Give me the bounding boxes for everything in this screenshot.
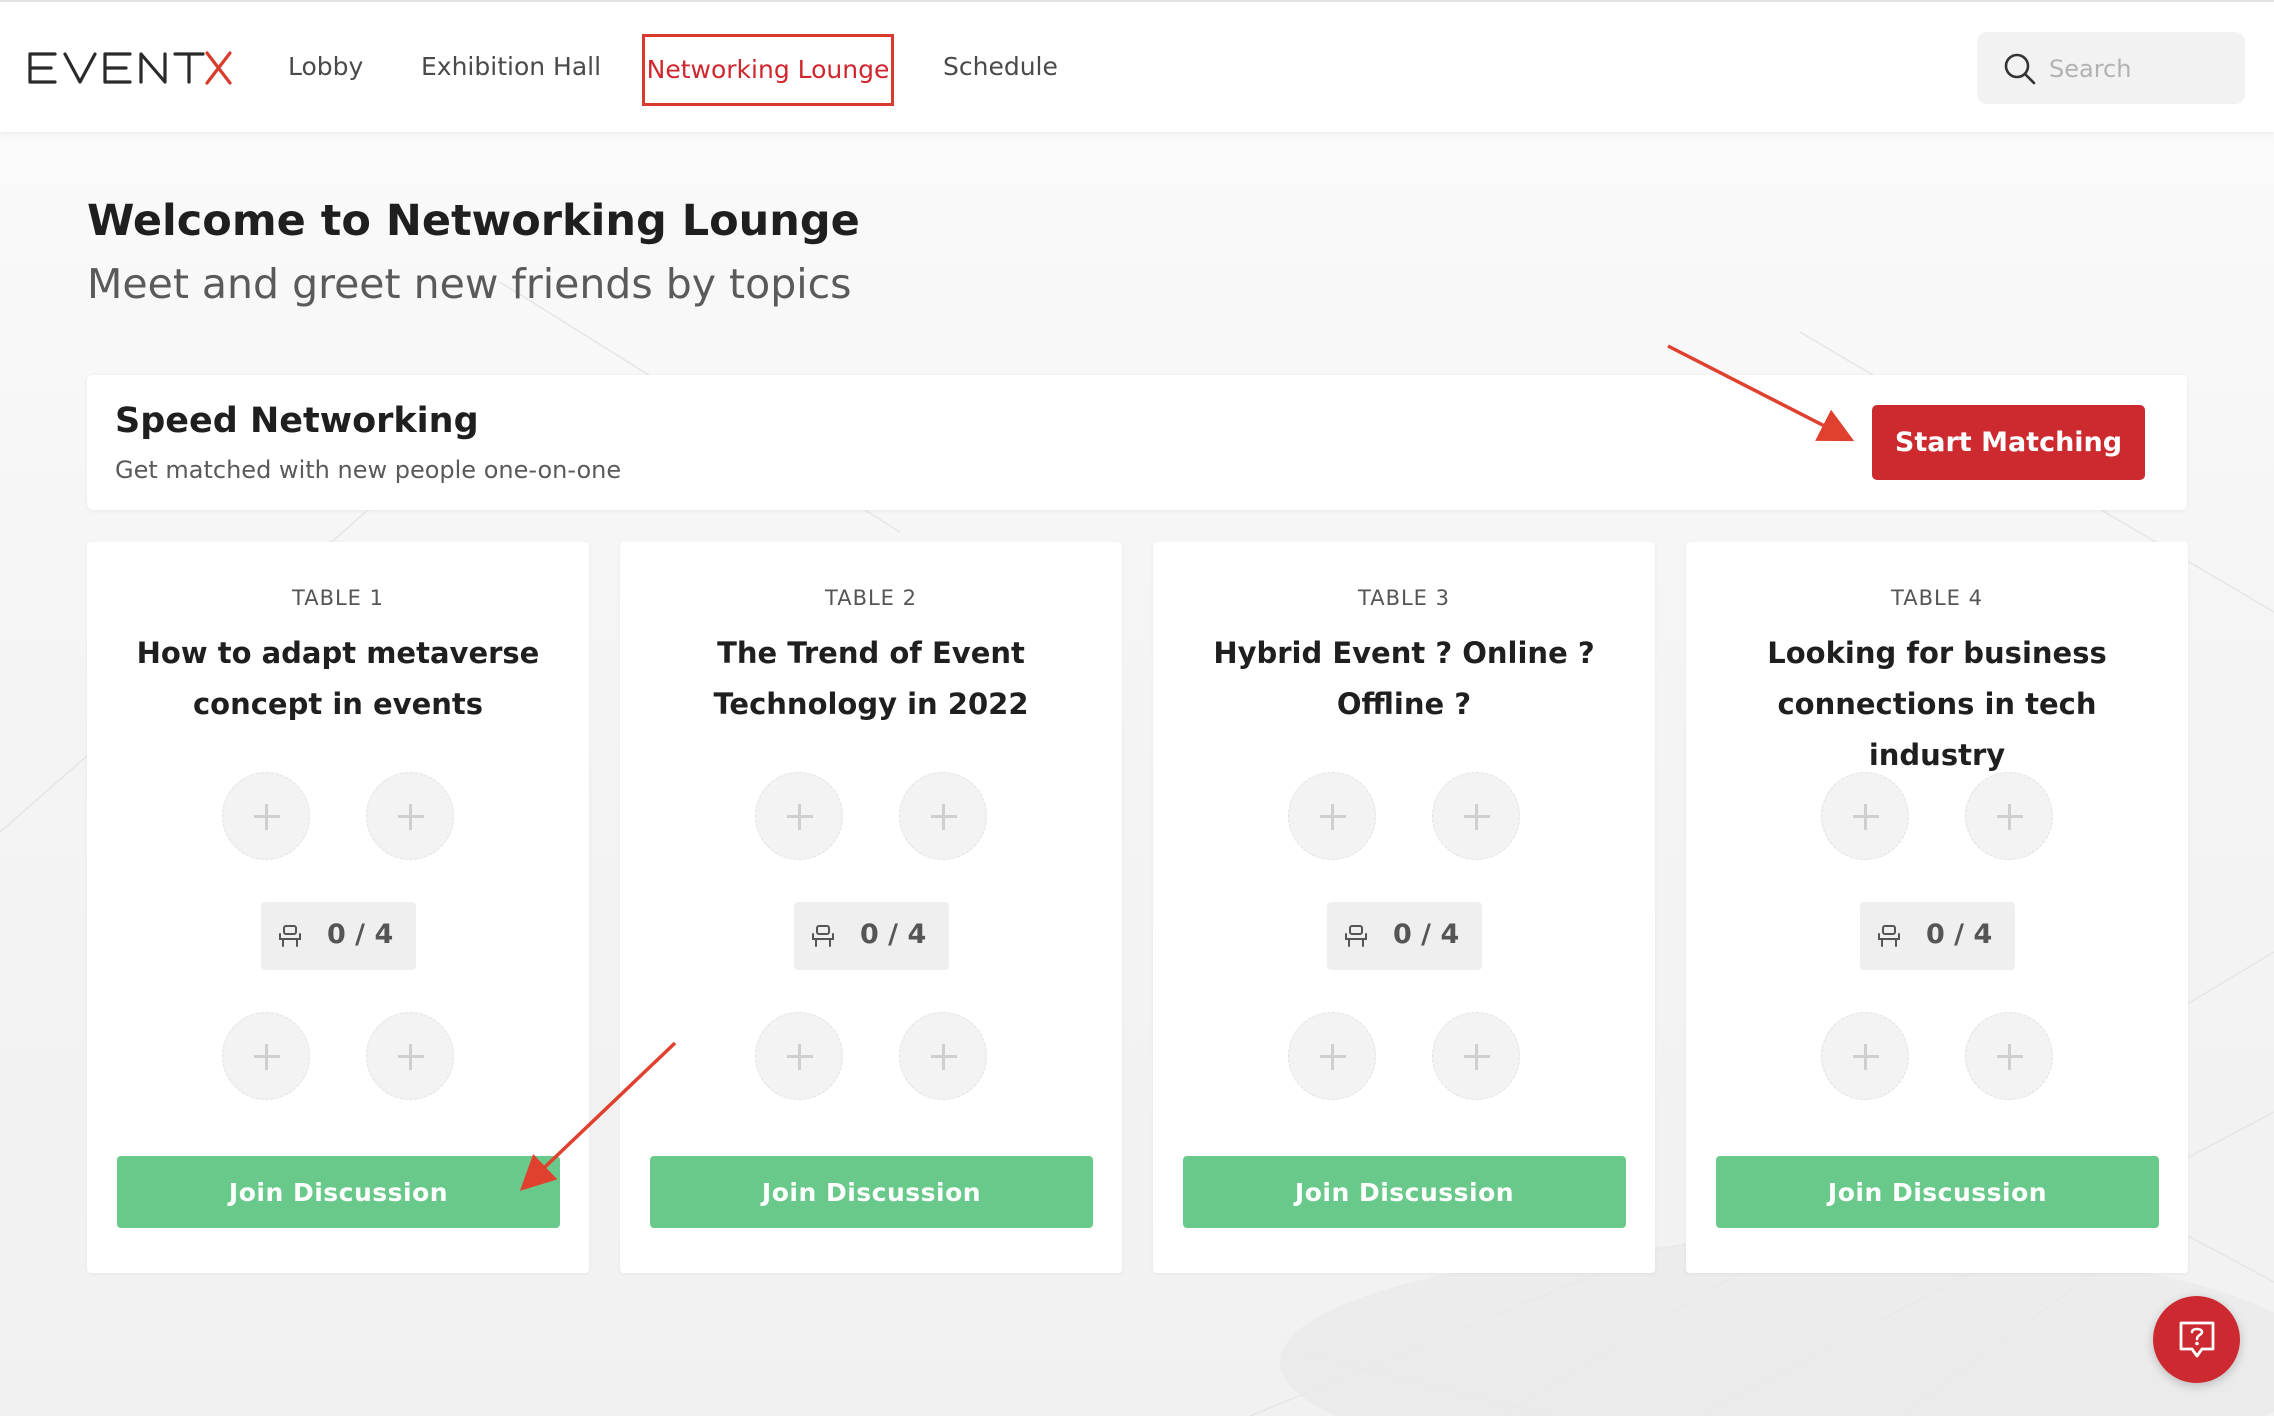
help-chat-button[interactable] (2153, 1296, 2240, 1383)
table-label: TABLE 1 (292, 586, 384, 610)
seat-occupancy-badge: 0 / 4 (794, 902, 949, 970)
top-nav-bar: Lobby Exhibition Hall Networking Lounge … (0, 0, 2274, 132)
seat-occupancy-count: 0 / 4 (327, 919, 394, 950)
join-discussion-button[interactable]: Join Discussion (117, 1156, 560, 1228)
add-seat-button[interactable] (366, 1012, 454, 1100)
table-topic: How to adapt metaverse concept in events (136, 636, 540, 721)
add-seat-button[interactable] (1288, 772, 1376, 860)
nav-networking-lounge[interactable]: Networking Lounge (642, 34, 894, 106)
table-card-4: TABLE 4 Looking for business connections… (1686, 542, 2188, 1273)
table-label: TABLE 2 (825, 586, 917, 610)
speed-networking-card: Speed Networking Get matched with new pe… (87, 375, 2187, 510)
table-card-1: TABLE 1 How to adapt metaverse concept i… (87, 542, 589, 1273)
table-topic: Hybrid Event ? Online ? Offline ? (1213, 636, 1595, 721)
speed-networking-description: Get matched with new people one-on-one (115, 456, 622, 484)
table-card-3: TABLE 3 Hybrid Event ? Online ? Offline … (1153, 542, 1655, 1273)
table-topic: The Trend of Event Technology in 2022 (713, 636, 1029, 721)
add-seat-button[interactable] (1432, 1012, 1520, 1100)
search-input[interactable] (2047, 46, 2231, 92)
seat-icon (1878, 925, 1900, 947)
seat-icon (812, 925, 834, 947)
table-card-2: TABLE 2 The Trend of Event Technology in… (620, 542, 1122, 1273)
join-discussion-button[interactable]: Join Discussion (1716, 1156, 2159, 1228)
page-title: Welcome to Networking Lounge (87, 196, 860, 246)
seat-icon (279, 925, 301, 947)
add-seat-button[interactable] (1965, 1012, 2053, 1100)
nav-exhibition-hall[interactable]: Exhibition Hall (421, 49, 601, 85)
add-seat-button[interactable] (755, 772, 843, 860)
seat-occupancy-badge: 0 / 4 (1860, 902, 2015, 970)
add-seat-button[interactable] (755, 1012, 843, 1100)
help-chat-icon (2179, 1321, 2215, 1358)
add-seat-button[interactable] (1821, 772, 1909, 860)
table-label: TABLE 4 (1891, 586, 1983, 610)
start-matching-button[interactable]: Start Matching (1872, 405, 2145, 480)
add-seat-button[interactable] (1432, 772, 1520, 860)
add-seat-button[interactable] (222, 772, 310, 860)
search-icon (2004, 53, 2036, 85)
add-seat-button[interactable] (1288, 1012, 1376, 1100)
nav-lobby[interactable]: Lobby (288, 49, 363, 85)
page-subtitle: Meet and greet new friends by topics (87, 260, 852, 308)
seat-occupancy-count: 0 / 4 (860, 919, 927, 950)
search-box[interactable] (1977, 32, 2245, 104)
join-discussion-button[interactable]: Join Discussion (1183, 1156, 1626, 1228)
add-seat-button[interactable] (1965, 772, 2053, 860)
speed-networking-title: Speed Networking (115, 401, 479, 441)
seat-occupancy-count: 0 / 4 (1393, 919, 1460, 950)
add-seat-button[interactable] (366, 772, 454, 860)
seat-occupancy-count: 0 / 4 (1926, 919, 1993, 950)
seat-occupancy-badge: 0 / 4 (261, 902, 416, 970)
add-seat-button[interactable] (899, 1012, 987, 1100)
add-seat-button[interactable] (1821, 1012, 1909, 1100)
table-label: TABLE 3 (1358, 586, 1450, 610)
add-seat-button[interactable] (222, 1012, 310, 1100)
seat-occupancy-badge: 0 / 4 (1327, 902, 1482, 970)
table-topic: Looking for business connections in tech… (1767, 636, 2107, 772)
seat-icon (1345, 925, 1367, 947)
join-discussion-button[interactable]: Join Discussion (650, 1156, 1093, 1228)
nav-schedule[interactable]: Schedule (943, 49, 1058, 85)
eventx-logo[interactable] (27, 48, 232, 88)
add-seat-button[interactable] (899, 772, 987, 860)
